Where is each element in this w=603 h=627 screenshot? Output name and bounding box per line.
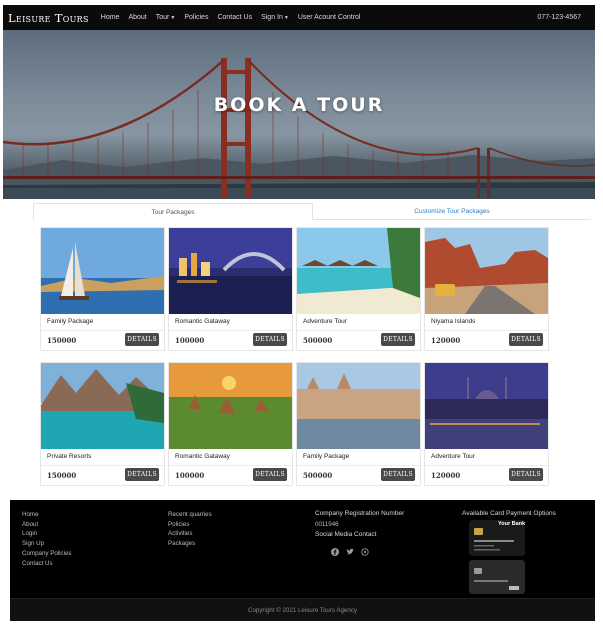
card-divider — [41, 330, 164, 331]
hero-banner: BOOK A TOUR — [3, 30, 595, 199]
footer-link-signup[interactable]: Sign Up — [22, 539, 72, 549]
hero-title: BOOK A TOUR — [213, 94, 385, 116]
nav-tour-label: Tour — [155, 14, 170, 21]
package-title: Adventure Tour — [303, 318, 347, 325]
details-button[interactable]: DETAILS — [253, 333, 287, 346]
details-button[interactable]: DETAILS — [381, 468, 415, 481]
package-card: Family Package 150000 DETAILS — [40, 227, 165, 351]
nav-signin-label: Sign In — [261, 14, 283, 21]
package-grid-row-1: Family Package 150000 DETAILS Romantic G… — [40, 227, 551, 351]
package-price: 150000 — [47, 336, 77, 345]
package-title: Romantic Gataway — [175, 318, 230, 325]
footer-link-about[interactable]: About — [22, 520, 72, 530]
package-title: Family Package — [47, 318, 94, 325]
package-card: Niyama Islands 120000 DETAILS — [424, 227, 549, 351]
city-mosque-night-image — [425, 363, 548, 449]
navbar: Leisure Tours Home About Tour▼ Policies … — [3, 5, 595, 30]
package-price: 120000 — [431, 336, 461, 345]
twitter-icon[interactable] — [346, 543, 354, 555]
tab-tour-packages[interactable]: Tour Packages — [33, 203, 313, 220]
desert-road-van-image — [425, 228, 548, 314]
nav-signin-dropdown[interactable]: Sign In▼ — [261, 14, 289, 21]
nile-sailboat-image — [41, 228, 164, 314]
card-divider — [425, 465, 548, 466]
payment-heading: Available Card Payment Options — [462, 510, 556, 517]
package-card: Family Package 500000 DETAILS — [296, 362, 421, 486]
details-button[interactable]: DETAILS — [509, 333, 543, 346]
package-card: Private Resorts 150000 DETAILS — [40, 362, 165, 486]
nav-about[interactable]: About — [128, 14, 146, 21]
package-title: Romantic Gataway — [175, 453, 230, 460]
details-button[interactable]: DETAILS — [253, 468, 287, 481]
mountain-lake-image — [41, 363, 164, 449]
caret-down-icon: ▼ — [283, 15, 289, 21]
details-button[interactable]: DETAILS — [125, 333, 159, 346]
footer-link-policies[interactable]: Policies — [168, 520, 212, 530]
package-card: Romantic Gataway 100000 DETAILS — [168, 362, 293, 486]
tab-customize-tour-packages[interactable]: Customize Tour Packages — [313, 203, 591, 220]
package-card: Romantic Gataway 100000 DETAILS — [168, 227, 293, 351]
footer-link-recent-quarries[interactable]: Recent quarries — [168, 510, 212, 520]
package-card: Adventure Tour 120000 DETAILS — [424, 362, 549, 486]
footer-link-activities[interactable]: Activities — [168, 529, 212, 539]
nav-policies[interactable]: Policies — [184, 14, 208, 21]
copyright-bar: Copyright © 2021 Leisure Tours Agency — [10, 598, 595, 621]
package-card: Adventure Tour 500000 DETAILS — [296, 227, 421, 351]
package-price: 500000 — [303, 471, 333, 480]
package-title: Private Resorts — [47, 453, 92, 460]
package-price: 120000 — [431, 471, 461, 480]
riverside-palace-image — [297, 363, 420, 449]
card-divider — [169, 330, 292, 331]
nav-home[interactable]: Home — [101, 14, 120, 21]
package-title: Adventure Tour — [431, 453, 475, 460]
card-divider — [41, 465, 164, 466]
nav-tour-dropdown[interactable]: Tour▼ — [156, 14, 176, 21]
package-tabs: Tour Packages Customize Tour Packages — [33, 203, 591, 220]
footer-link-packages[interactable]: Packages — [168, 539, 212, 549]
footer-link-login[interactable]: Login — [22, 529, 72, 539]
details-button[interactable]: DETAILS — [509, 468, 543, 481]
copyright-text: Copyright © 2021 Leisure Tours Agency — [247, 606, 357, 614]
nav-contact[interactable]: Contact Us — [217, 14, 252, 21]
brand-logo[interactable]: Leisure Tours — [8, 11, 89, 25]
card-divider — [425, 330, 548, 331]
credit-card-image — [469, 560, 525, 594]
package-title: Family Package — [303, 453, 350, 460]
package-price: 100000 — [175, 471, 205, 480]
sydney-harbour-night-image — [169, 228, 292, 314]
footer-links-secondary: Recent quarries Policies Activities Pack… — [168, 510, 212, 549]
package-title: Niyama Islands — [431, 318, 476, 325]
nav-user-account-control[interactable]: User Acount Control — [298, 14, 361, 21]
whatsapp-icon[interactable] — [361, 543, 369, 556]
card-divider — [169, 465, 292, 466]
footer-links-main: Home About Login Sign Up Company Policie… — [22, 510, 72, 568]
card-divider — [297, 465, 420, 466]
footer: Home About Login Sign Up Company Policie… — [10, 500, 595, 621]
card-divider — [297, 330, 420, 331]
package-price: 100000 — [175, 336, 205, 345]
caret-down-icon: ▼ — [170, 15, 176, 21]
social-icons — [331, 543, 404, 556]
details-button[interactable]: DETAILS — [125, 468, 159, 481]
phone-number: 077-123-4567 — [537, 14, 581, 21]
package-price: 150000 — [47, 471, 77, 480]
footer-payment: Available Card Payment Options — [462, 510, 556, 517]
footer-link-contact[interactable]: Contact Us — [22, 559, 72, 569]
social-heading: Social Media Contact — [315, 531, 377, 538]
facebook-icon[interactable] — [331, 543, 339, 556]
package-price: 500000 — [303, 336, 333, 345]
footer-link-company-policies[interactable]: Company Policies — [22, 549, 72, 559]
details-button[interactable]: DETAILS — [381, 333, 415, 346]
package-grid-row-2: Private Resorts 150000 DETAILS Romantic … — [40, 362, 551, 486]
registration-number: 0011946 — [315, 521, 339, 528]
registration-heading: Company Registration Number — [315, 510, 405, 517]
footer-link-home[interactable]: Home — [22, 510, 72, 520]
card-brand-label: Your Bank — [498, 521, 526, 527]
tropical-beach-huts-image — [297, 228, 420, 314]
temples-sunset-image — [169, 363, 292, 449]
footer-company-info: Company Registration Number 0011946 Soci… — [315, 510, 405, 556]
